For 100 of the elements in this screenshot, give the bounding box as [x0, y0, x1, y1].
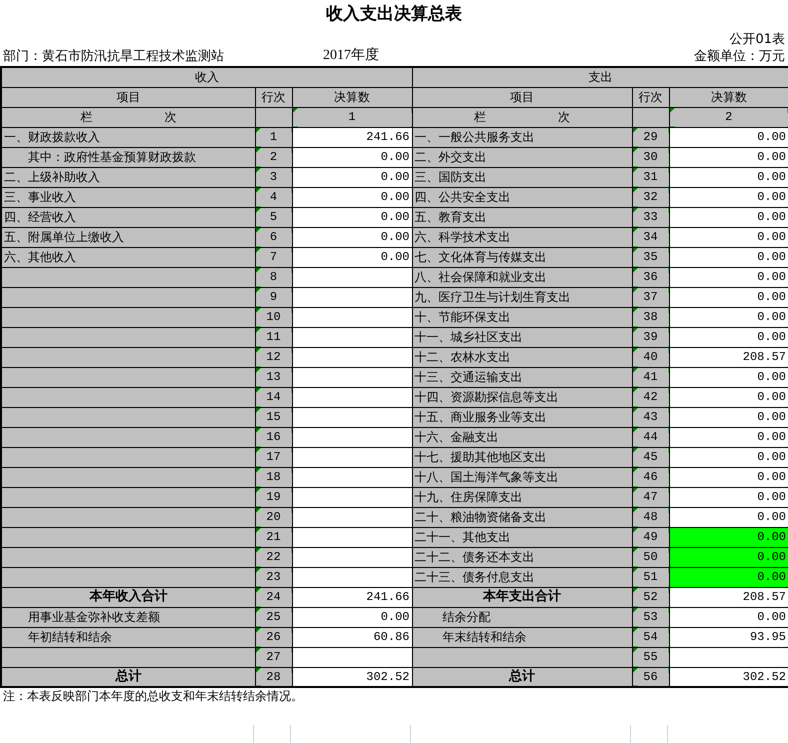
line-number-cell: 23: [255, 567, 292, 587]
amount-cell: 0.00: [669, 307, 788, 327]
line-number-cell: 19: [255, 487, 292, 507]
report-title: 收入支出决算总表: [326, 3, 462, 26]
amount-cell: 208.57: [669, 587, 788, 607]
amount-cell: 0.00: [669, 127, 788, 147]
amount-cell: 0.00: [669, 247, 788, 267]
line-number-cell: 31: [632, 167, 669, 187]
line-number-cell: 42: [632, 387, 669, 407]
row-label-cell: 年初结转和结余: [1, 627, 255, 647]
line-number-cell: 22: [255, 547, 292, 567]
row-label-cell: 其中：政府性基金预算财政拨款: [1, 147, 255, 167]
amount-cell: 0.00: [669, 567, 788, 587]
row-label-cell: 总计: [412, 667, 632, 687]
amount-cell: 302.52: [669, 667, 788, 687]
row-label-cell: 十一、城乡社区支出: [412, 327, 632, 347]
column-index-number: 2: [669, 107, 788, 127]
row-label-cell: 五、附属单位上缴收入: [1, 227, 255, 247]
year-label: 2017年度: [323, 46, 379, 65]
amount-cell: 0.00: [669, 227, 788, 247]
line-number-cell: 30: [632, 147, 669, 167]
line-number-cell: 36: [632, 267, 669, 287]
amount-cell: 0.00: [669, 367, 788, 387]
column-header: 决算数: [292, 87, 412, 107]
line-number-cell: 50: [632, 547, 669, 567]
line-number-cell: 56: [632, 667, 669, 687]
row-label-cell: 四、经营收入: [1, 207, 255, 227]
line-number-cell: 38: [632, 307, 669, 327]
amount-cell: 0.00: [669, 287, 788, 307]
line-number-cell: 35: [632, 247, 669, 267]
column-header: 项目: [412, 87, 632, 107]
line-number-cell: 29: [632, 127, 669, 147]
row-label-cell: 十五、商业服务业等支出: [412, 407, 632, 427]
line-number-cell: 41: [632, 367, 669, 387]
table-cell: [255, 107, 292, 127]
row-label-cell: 四、公共安全支出: [412, 187, 632, 207]
row-label-cell: 五、教育支出: [412, 207, 632, 227]
line-number-cell: 52: [632, 587, 669, 607]
row-label-cell: 三、事业收入: [1, 187, 255, 207]
section-header: 支出: [412, 67, 788, 87]
line-number-cell: 40: [632, 347, 669, 367]
amount-cell: 0.00: [292, 207, 412, 227]
column-index-number: 1: [292, 107, 412, 127]
line-number-cell: 33: [632, 207, 669, 227]
amount-cell: 0.00: [669, 327, 788, 347]
amount-cell: 0.00: [292, 187, 412, 207]
line-number-cell: 43: [632, 407, 669, 427]
row-label-cell: 三、国防支出: [412, 167, 632, 187]
line-number-cell: 51: [632, 567, 669, 587]
column-header: 项目: [1, 87, 255, 107]
line-number-cell: 6: [255, 227, 292, 247]
column-header: 行次: [255, 87, 292, 107]
row-label-cell: 二十一、其他支出: [412, 527, 632, 547]
form-code: 公开01表: [729, 31, 785, 48]
line-number-cell: 24: [255, 587, 292, 607]
line-number-cell: 11: [255, 327, 292, 347]
line-number-cell: 2: [255, 147, 292, 167]
line-number-cell: 27: [255, 647, 292, 667]
amount-cell: 0.00: [669, 487, 788, 507]
line-number-cell: 18: [255, 467, 292, 487]
line-number-cell: 20: [255, 507, 292, 527]
row-label-cell: 十三、交通运输支出: [412, 367, 632, 387]
row-label-cell: 本年支出合计: [412, 587, 632, 607]
row-label-cell: 十八、国土海洋气象等支出: [412, 467, 632, 487]
line-number-cell: 12: [255, 347, 292, 367]
line-number-cell: 21: [255, 527, 292, 547]
line-number-cell: 13: [255, 367, 292, 387]
row-label-cell: 一、财政拨款收入: [1, 127, 255, 147]
row-label-cell: 六、其他收入: [1, 247, 255, 267]
unit-label: 金额单位：万元: [694, 48, 785, 66]
line-number-cell: 16: [255, 427, 292, 447]
line-number-cell: 4: [255, 187, 292, 207]
row-label-cell: 二十三、债务付息支出: [412, 567, 632, 587]
column-header: 决算数: [669, 87, 788, 107]
line-number-cell: 47: [632, 487, 669, 507]
row-label-cell: 七、文化体育与传媒支出: [412, 247, 632, 267]
line-number-cell: 45: [632, 447, 669, 467]
amount-cell: 0.00: [669, 447, 788, 467]
amount-cell: 302.52: [292, 667, 412, 687]
department-label: 部门：黄石市防汛抗旱工程技术监测站: [3, 48, 225, 66]
line-number-cell: 14: [255, 387, 292, 407]
amount-cell: 241.66: [292, 587, 412, 607]
row-label-cell: 八、社会保障和就业支出: [412, 267, 632, 287]
row-label-cell: 十四、资源勘探信息等支出: [412, 387, 632, 407]
row-label-cell: 二十二、债务还本支出: [412, 547, 632, 567]
line-number-cell: 1: [255, 127, 292, 147]
line-number-cell: 37: [632, 287, 669, 307]
amount-cell: 0.00: [292, 227, 412, 247]
line-number-cell: 32: [632, 187, 669, 207]
amount-cell: 0.00: [292, 167, 412, 187]
amount-cell: 0.00: [669, 527, 788, 547]
amount-cell: 0.00: [669, 467, 788, 487]
line-number-cell: 10: [255, 307, 292, 327]
amount-cell: 0.00: [669, 187, 788, 207]
amount-cell: 0.00: [669, 547, 788, 567]
row-label-cell: 十七、援助其他地区支出: [412, 447, 632, 467]
line-number-cell: 7: [255, 247, 292, 267]
amount-cell: 0.00: [669, 407, 788, 427]
amount-cell: 0.00: [669, 607, 788, 627]
line-number-cell: 3: [255, 167, 292, 187]
